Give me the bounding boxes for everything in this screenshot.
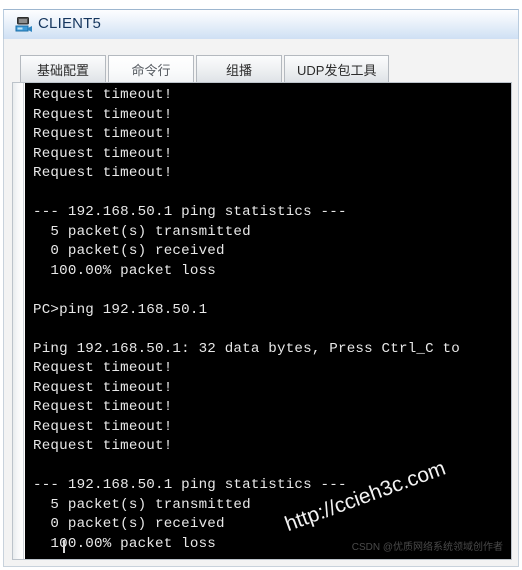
terminal-line: Request timeout! (33, 399, 173, 415)
window-title: CLIENT5 (38, 15, 102, 32)
client-body: 基础配置 命令行 组播 UDP发包工具 Request timeout! Requ… (3, 39, 519, 567)
terminal-line: Request timeout! (33, 165, 173, 181)
terminal-line: Request timeout! (33, 126, 173, 142)
tab-multicast[interactable]: 组播 (196, 55, 282, 82)
terminal-line: Request timeout! (33, 87, 173, 103)
tab-command-line[interactable]: 命令行 (108, 55, 194, 82)
terminal-line: 0 packet(s) received (33, 516, 225, 532)
tab-udp-packet-tool[interactable]: UDP发包工具 (284, 55, 390, 82)
terminal-line: 5 packet(s) transmitted (33, 496, 251, 513)
terminal-gutter (13, 83, 24, 559)
terminal-line: Request timeout! (33, 379, 173, 396)
terminal-panel: Request timeout! Request timeout! Request … (12, 82, 512, 560)
terminal-line: Request timeout! (33, 106, 173, 123)
title-bar: CLIENT5 (3, 9, 519, 39)
terminal-line: 100.00% packet loss (33, 535, 216, 552)
tab-label: 基础配置 (36, 62, 89, 78)
terminal-cursor (63, 540, 65, 553)
tab-strip: 基础配置 命令行 组播 UDP发包工具 (20, 53, 391, 82)
terminal-line: --- 192.168.50.1 ping statistics --- (33, 204, 347, 220)
terminal-console[interactable]: Request timeout! Request timeout! Request … (25, 83, 511, 559)
terminal-line: 5 packet(s) transmitted (33, 223, 251, 240)
tab-label: 命令行 (131, 62, 171, 78)
terminal-line: 100.00% packet loss (33, 262, 216, 279)
terminal-line: 0 packet(s) received (33, 243, 225, 259)
tab-basic-config[interactable]: 基础配置 (20, 55, 106, 82)
network-pc-icon (15, 16, 33, 34)
tab-label: 组播 (225, 62, 252, 78)
client-window: CLIENT5 基础配置 命令行 组播 UDP发包工具 Request time… (0, 0, 522, 570)
terminal-line: Ping 192.168.50.1: 32 data bytes, Press … (33, 340, 460, 357)
terminal-line: PC>ping 192.168.50.1 (33, 301, 208, 318)
terminal-line: Request timeout! (33, 360, 173, 376)
terminal-line: Request timeout! (33, 438, 173, 454)
terminal-line: Request timeout! (33, 418, 173, 435)
terminal-line: --- 192.168.50.1 ping statistics --- (33, 477, 347, 493)
terminal-line: Request timeout! (33, 145, 173, 162)
tab-label: UDP发包工具 (297, 62, 377, 78)
terminal-output: Request timeout! Request timeout! Request … (33, 86, 511, 559)
